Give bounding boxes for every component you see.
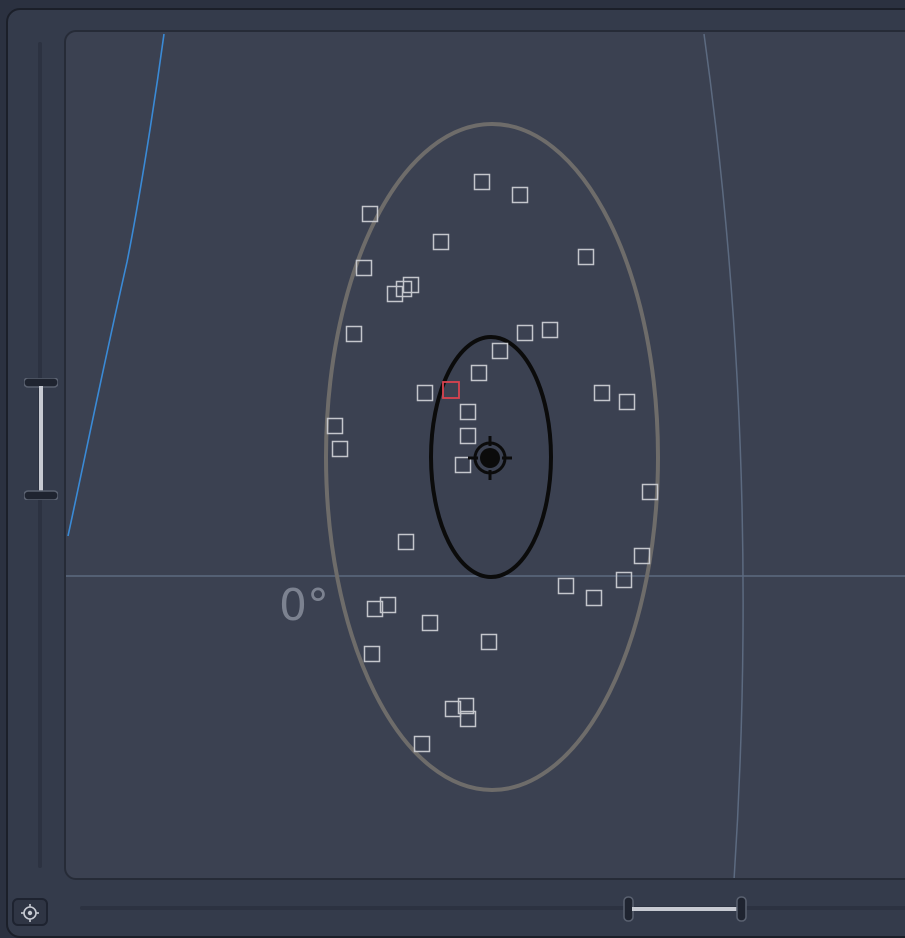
data-marker: [416, 384, 434, 402]
locate-icon: [21, 904, 39, 922]
data-marker: [480, 633, 498, 651]
data-marker: [363, 645, 381, 663]
data-marker: [541, 321, 559, 339]
horizontal-scroll-track[interactable]: [80, 906, 905, 910]
data-marker: [470, 364, 488, 382]
locate-button[interactable]: [12, 898, 48, 926]
data-marker: [421, 614, 439, 632]
plot-canvas[interactable]: 0°: [64, 30, 905, 880]
data-marker: [345, 325, 363, 343]
data-marker: [557, 577, 575, 595]
data-marker: [454, 456, 472, 474]
data-marker: [615, 571, 633, 589]
plot-svg: [66, 33, 905, 878]
data-marker: [331, 440, 349, 458]
angle-label: 0°: [279, 580, 329, 631]
data-marker: [593, 384, 611, 402]
vertical-zoom-handle[interactable]: [24, 378, 58, 500]
data-marker: [473, 173, 491, 191]
data-marker: [516, 324, 534, 342]
data-marker: [459, 427, 477, 445]
selected-marker: [442, 381, 460, 399]
horizontal-zoom-handle[interactable]: [620, 895, 750, 923]
data-marker: [633, 547, 651, 565]
data-marker: [491, 342, 509, 360]
blue-curve: [67, 33, 165, 537]
data-marker: [326, 417, 344, 435]
data-marker: [459, 403, 477, 421]
data-marker: [585, 589, 603, 607]
crosshair-icon[interactable]: [468, 436, 512, 480]
data-marker: [413, 735, 431, 753]
data-marker: [432, 233, 450, 251]
data-marker: [511, 186, 529, 204]
data-marker: [577, 248, 595, 266]
data-marker: [618, 393, 636, 411]
data-marker: [386, 285, 404, 303]
data-marker: [397, 533, 415, 551]
meridian-curve: [703, 33, 744, 878]
